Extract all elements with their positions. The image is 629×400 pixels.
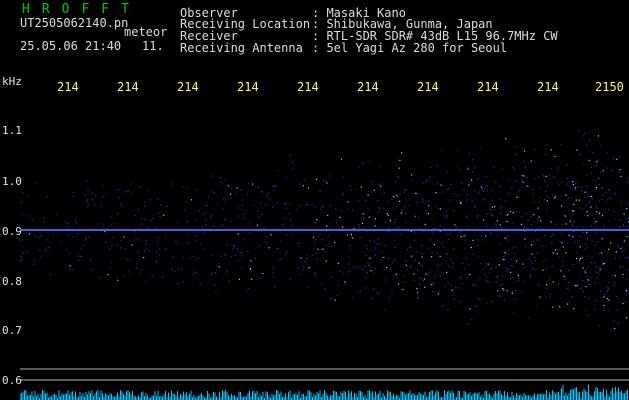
time-tick-label: 2150 [595, 80, 624, 94]
time-tick-label: 214 [417, 80, 439, 94]
time-tick-label: 214 [357, 80, 379, 94]
y-tick-label: 0.8 [2, 275, 22, 288]
antenna-label: Receiving Antenna [180, 41, 303, 55]
spectrogram-display [20, 129, 629, 400]
y-axis-unit: kHz [2, 75, 22, 88]
antenna-value: : 5el Yagi Az 280 for Seoul [312, 41, 508, 55]
time-tick-label: 214 [297, 80, 319, 94]
y-tick-label: 0.9 [2, 225, 22, 238]
y-tick-label: 1.1 [2, 124, 22, 137]
time-tick-label: 214 [237, 80, 259, 94]
y-tick-label: 0.7 [2, 324, 22, 337]
app-logo: HROFFT [22, 2, 141, 17]
time-tick-label: 214 [477, 80, 499, 94]
time-tick-label: 214 [117, 80, 139, 94]
time-tick-label: 214 [177, 80, 199, 94]
time-tick-label: 214 [537, 80, 559, 94]
file-name: UT2505062140.pn [20, 16, 129, 30]
time-tick-label: 214 [57, 80, 79, 94]
y-tick-label: 1.0 [2, 175, 22, 188]
mode-label: meteor [124, 25, 168, 39]
signal-level-strip [20, 384, 628, 400]
y-tick-label: 0.6 [2, 374, 22, 387]
timestamp: 25.05.06 21:40 [20, 39, 122, 53]
count-value: 11. [142, 39, 164, 53]
